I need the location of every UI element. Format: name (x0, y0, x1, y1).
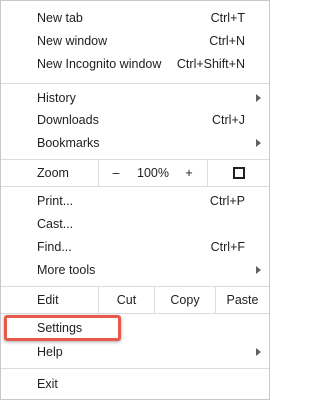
zoom-in-button[interactable]: + (178, 160, 200, 186)
menu-item-label: New window (37, 34, 108, 48)
menu-separator (1, 186, 269, 187)
menu-item-new-tab[interactable]: New tab Ctrl+T (1, 7, 269, 29)
menu-item-shortcut: Ctrl+T (210, 11, 245, 25)
menu-separator (1, 313, 269, 314)
menu-item-history[interactable]: History (1, 87, 269, 109)
chrome-main-menu: New tab Ctrl+T New window Ctrl+N New Inc… (0, 0, 270, 400)
edit-label: Edit (37, 293, 59, 307)
menu-item-help[interactable]: Help (1, 341, 269, 363)
menu-item-print[interactable]: Print... Ctrl+P (1, 190, 269, 212)
menu-item-new-window[interactable]: New window Ctrl+N (1, 30, 269, 52)
menu-item-label: Downloads (37, 113, 99, 127)
fullscreen-icon (233, 167, 245, 179)
submenu-arrow-icon (256, 139, 261, 147)
menu-item-shortcut: Ctrl+N (209, 34, 245, 48)
menu-item-cast[interactable]: Cast... (1, 213, 269, 235)
menu-item-shortcut: Ctrl+F (210, 240, 245, 254)
zoom-row: Zoom – 100% + (1, 160, 269, 186)
menu-item-new-incognito-window[interactable]: New Incognito window Ctrl+Shift+N (1, 53, 269, 75)
zoom-label: Zoom (37, 166, 69, 180)
cut-button[interactable]: Cut (98, 287, 154, 313)
menu-item-shortcut: Ctrl+J (212, 113, 245, 127)
submenu-arrow-icon (256, 266, 261, 274)
menu-item-downloads[interactable]: Downloads Ctrl+J (1, 109, 269, 131)
menu-item-label: New Incognito window (37, 57, 162, 71)
menu-item-label: Find... (37, 240, 72, 254)
menu-item-label: History (37, 91, 76, 105)
menu-item-label: Print... (37, 194, 74, 208)
zoom-level-value: 100% (137, 166, 169, 180)
menu-separator (1, 368, 269, 369)
menu-item-label: Exit (37, 377, 58, 391)
menu-item-find[interactable]: Find... Ctrl+F (1, 236, 269, 258)
menu-item-label: Bookmarks (37, 136, 100, 150)
menu-item-label: Cast... (37, 217, 74, 231)
submenu-arrow-icon (256, 94, 261, 102)
menu-item-shortcut: Ctrl+Shift+N (176, 57, 245, 71)
menu-item-label: Settings (37, 321, 83, 335)
menu-item-label: Help (37, 345, 63, 359)
submenu-arrow-icon (256, 348, 261, 356)
menu-item-settings[interactable]: Settings (1, 317, 269, 339)
menu-item-label: New tab (37, 11, 83, 25)
menu-item-shortcut: Ctrl+P (209, 194, 245, 208)
paste-button[interactable]: Paste (215, 287, 269, 313)
zoom-out-button[interactable]: – (105, 160, 127, 186)
edit-row: Edit Cut Copy Paste (1, 287, 269, 313)
menu-item-more-tools[interactable]: More tools (1, 259, 269, 281)
menu-item-label: More tools (37, 263, 96, 277)
menu-item-bookmarks[interactable]: Bookmarks (1, 132, 269, 154)
menu-item-exit[interactable]: Exit (1, 373, 269, 395)
menu-separator (1, 83, 269, 84)
copy-button[interactable]: Copy (154, 287, 215, 313)
